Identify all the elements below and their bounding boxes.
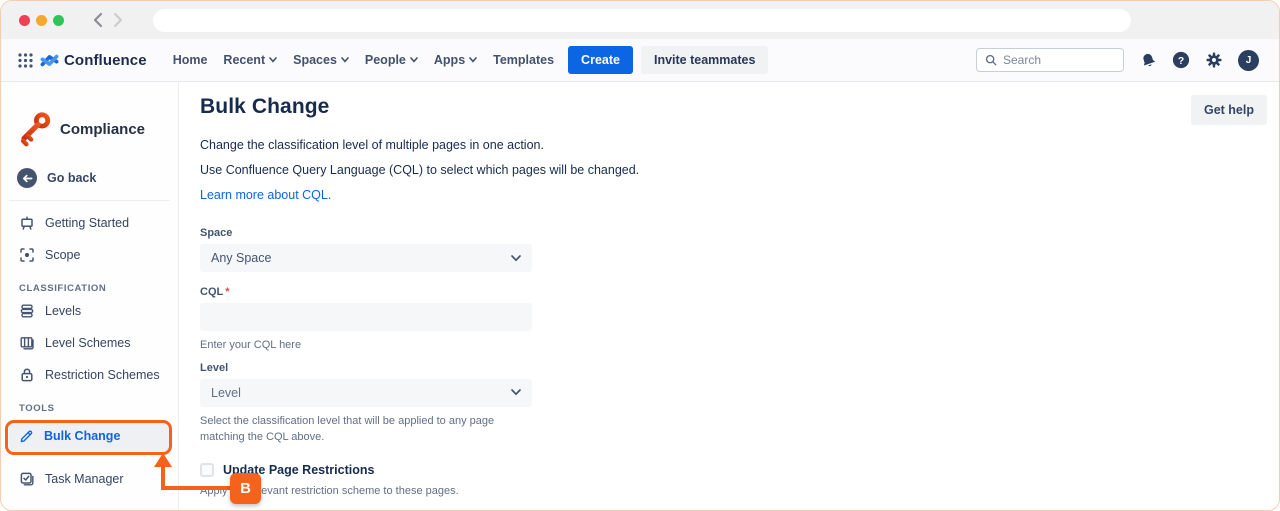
- svg-text:?: ?: [1178, 56, 1184, 67]
- chevron-down-icon: [410, 57, 418, 63]
- maximize-window-icon[interactable]: [53, 15, 64, 26]
- sidebar-item-levels[interactable]: Levels: [1, 295, 178, 327]
- easel-icon: [19, 215, 35, 231]
- search-input[interactable]: Search: [976, 48, 1124, 72]
- confluence-logo-icon: [40, 51, 59, 70]
- help-icon[interactable]: ?: [1172, 51, 1190, 69]
- sidebar-item-task-manager[interactable]: Task Manager: [1, 463, 178, 495]
- annotation-arrow-line-horizontal: [161, 486, 233, 490]
- bulk-change-form: Space Any Space CQL* Enter your CQL here…: [200, 227, 532, 511]
- annotation-label-badge: B: [230, 473, 261, 504]
- sidebar-item-scope[interactable]: Scope: [1, 239, 178, 271]
- cql-helper-text: Enter your CQL here: [200, 337, 532, 354]
- level-field-label: Level: [200, 362, 532, 374]
- go-back-button[interactable]: Go back: [1, 166, 178, 190]
- chevron-down-icon: [269, 57, 277, 63]
- nav-item-spaces[interactable]: Spaces: [285, 47, 357, 73]
- browser-back-icon[interactable]: [92, 12, 103, 28]
- columns-board-icon: [19, 335, 35, 351]
- window-controls: [19, 15, 64, 26]
- pencil-icon: [19, 429, 34, 444]
- user-avatar[interactable]: J: [1238, 50, 1259, 71]
- create-button[interactable]: Create: [568, 46, 633, 74]
- search-placeholder: Search: [1003, 53, 1041, 67]
- search-icon: [985, 54, 997, 66]
- sidebar-item-restriction-schemes[interactable]: Restriction Schemes: [1, 359, 178, 391]
- nav-item-apps[interactable]: Apps: [426, 47, 485, 73]
- confluence-logo[interactable]: Confluence: [40, 51, 147, 70]
- sidebar-item-bulk-change[interactable]: Bulk Change: [9, 421, 170, 451]
- learn-more-cql-link[interactable]: Learn more about CQL.: [200, 188, 331, 202]
- chevron-down-icon: [511, 389, 521, 396]
- level-select[interactable]: Level: [200, 379, 532, 407]
- space-select[interactable]: Any Space: [200, 244, 532, 272]
- app-switcher-icon[interactable]: [17, 52, 34, 69]
- tools-section-heading: TOOLS: [1, 401, 178, 415]
- main-content: Bulk Change Get help Change the classifi…: [180, 82, 1279, 510]
- update-page-restrictions-checkbox[interactable]: [200, 463, 214, 477]
- cql-input[interactable]: [200, 303, 532, 331]
- annotation-arrowhead: [154, 453, 172, 467]
- lock-icon: [19, 367, 35, 383]
- browser-forward-icon[interactable]: [113, 12, 124, 28]
- chevron-down-icon: [511, 255, 521, 262]
- task-check-icon: [19, 471, 35, 487]
- confluence-wordmark: Confluence: [64, 52, 147, 69]
- invite-teammates-button[interactable]: Invite teammates: [641, 46, 768, 74]
- required-asterisk: *: [225, 286, 229, 298]
- intro-text-2: Use Confluence Query Language (CQL) to s…: [200, 163, 1267, 177]
- url-bar[interactable]: [153, 9, 1131, 32]
- settings-gear-icon[interactable]: [1205, 51, 1223, 69]
- minimize-window-icon[interactable]: [36, 15, 47, 26]
- compliance-app-name: Compliance: [60, 121, 145, 138]
- close-window-icon[interactable]: [19, 15, 30, 26]
- sidebar-divider: [9, 200, 170, 201]
- nav-item-people[interactable]: People: [357, 47, 426, 73]
- levels-stack-icon: [19, 303, 35, 319]
- intro-text-1: Change the classification level of multi…: [200, 138, 1267, 152]
- space-field-label: Space: [200, 227, 532, 239]
- classification-section-heading: CLASSIFICATION: [1, 281, 178, 295]
- chevron-down-icon: [341, 57, 349, 63]
- notifications-bell-icon[interactable]: [1138, 49, 1159, 70]
- page-title: Bulk Change: [200, 95, 329, 119]
- sidebar-item-level-schemes[interactable]: Level Schemes: [1, 327, 178, 359]
- app-navbar: Confluence Home Recent Spaces People App…: [1, 39, 1279, 82]
- scope-target-icon: [19, 247, 35, 263]
- app-window: Confluence Home Recent Spaces People App…: [0, 0, 1280, 511]
- compliance-sidebar: Compliance Go back Getting Started Scope: [1, 82, 179, 510]
- nav-item-templates[interactable]: Templates: [485, 47, 562, 73]
- nav-item-home[interactable]: Home: [165, 47, 216, 73]
- nav-item-recent[interactable]: Recent: [215, 47, 285, 73]
- back-arrow-icon: [17, 168, 37, 188]
- browser-chrome: [1, 1, 1279, 39]
- get-help-button[interactable]: Get help: [1191, 95, 1267, 125]
- key-icon: [15, 109, 53, 149]
- sidebar-item-getting-started[interactable]: Getting Started: [1, 207, 178, 239]
- chevron-down-icon: [469, 57, 477, 63]
- cql-field-label: CQL*: [200, 286, 532, 298]
- compliance-logo: Compliance: [1, 108, 178, 150]
- level-helper-text: Select the classification level that wil…: [200, 413, 532, 446]
